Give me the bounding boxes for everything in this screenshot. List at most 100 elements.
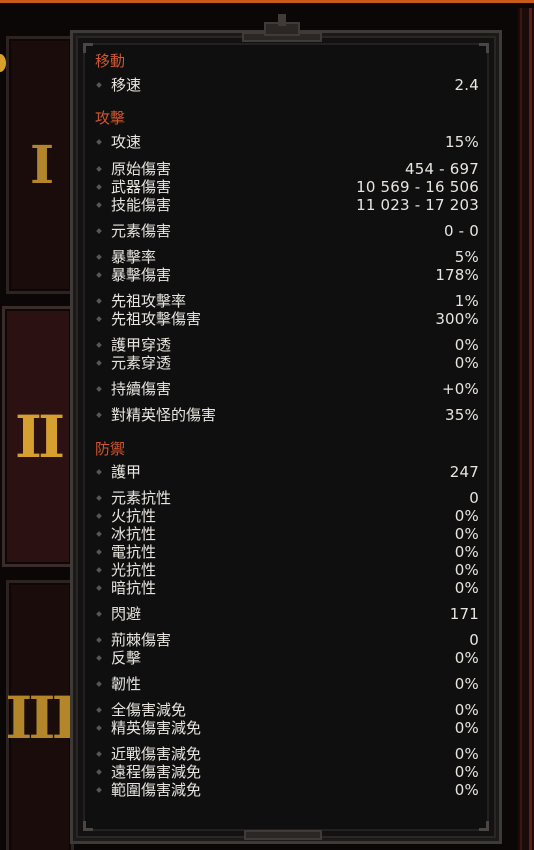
stat-value: 0%	[454, 336, 479, 354]
tab-numeral: III	[5, 684, 78, 752]
stat-label: 先祖攻擊率	[111, 292, 187, 310]
stat-value: 0%	[454, 649, 479, 667]
bullet-icon	[96, 386, 102, 392]
bullet-icon	[96, 82, 102, 88]
bullet-icon	[96, 637, 102, 643]
stat-value: 0%	[454, 354, 479, 372]
stat-label: 韌性	[111, 675, 142, 693]
stat-row: 範圍傷害減免 0%	[95, 781, 479, 799]
stat-row: 精英傷害減免 0%	[95, 719, 479, 737]
stat-label: 武器傷害	[111, 178, 172, 196]
stat-value: 10 569 - 16 506	[356, 178, 479, 196]
bullet-icon	[96, 166, 102, 172]
bullet-icon	[96, 707, 102, 713]
stat-label: 先祖攻擊傷害	[111, 310, 202, 328]
bullet-icon	[96, 787, 102, 793]
stat-row: 元素穿透 0%	[95, 354, 479, 372]
bullet-icon	[96, 202, 102, 208]
stat-label: 電抗性	[111, 543, 157, 561]
stat-value: 0%	[454, 675, 479, 693]
stat-label: 護甲穿透	[111, 336, 172, 354]
bullet-icon	[96, 655, 102, 661]
stat-label: 攻速	[111, 133, 142, 151]
bullet-icon	[96, 495, 102, 501]
stat-value: 5%	[454, 248, 479, 266]
stat-label: 反擊	[111, 649, 142, 667]
bullet-icon	[96, 139, 102, 145]
stat-value: 11 023 - 17 203	[356, 196, 479, 214]
stat-value: 300%	[435, 310, 479, 328]
stat-row: 韌性 0%	[95, 675, 479, 693]
stat-value: 178%	[435, 266, 479, 284]
stat-label: 對精英怪的傷害	[111, 406, 217, 424]
bullet-icon	[96, 531, 102, 537]
stat-value: 0%	[454, 745, 479, 763]
stat-row: 元素抗性 0	[95, 489, 479, 507]
stat-value: 0%	[454, 579, 479, 597]
bullet-icon	[96, 298, 102, 304]
stat-row: 暗抗性 0%	[95, 579, 479, 597]
stat-value: 0 - 0	[443, 222, 479, 240]
right-edge-line-inner	[520, 8, 522, 850]
stat-value: 0%	[454, 763, 479, 781]
stat-row: 移速 2.4	[95, 76, 479, 94]
stat-row: 對精英怪的傷害 35%	[95, 406, 479, 424]
stat-label: 閃避	[111, 605, 142, 623]
panel-corner	[83, 821, 93, 831]
stat-row: 遠程傷害減免 0%	[95, 763, 479, 781]
bullet-icon	[96, 751, 102, 757]
stat-row: 先祖攻擊率 1%	[95, 292, 479, 310]
panel-corner	[479, 43, 489, 53]
stats-screen: I II III 移動 移速 2.4 攻擊 攻速 15% 原始傷害 454 - 697…	[0, 0, 534, 850]
stat-value: 0%	[454, 781, 479, 799]
stat-row: 護甲穿透 0%	[95, 336, 479, 354]
stat-value: 0%	[454, 701, 479, 719]
bullet-icon	[96, 769, 102, 775]
stat-row: 全傷害減免 0%	[95, 701, 479, 719]
bullet-icon	[96, 611, 102, 617]
stat-label: 冰抗性	[111, 525, 157, 543]
stat-value: 1%	[454, 292, 479, 310]
stat-row: 反擊 0%	[95, 649, 479, 667]
stat-value: 35%	[445, 406, 479, 424]
panel-crest-ornament	[242, 14, 322, 44]
stat-label: 暴擊傷害	[111, 266, 172, 284]
stat-row: 武器傷害 10 569 - 16 506	[95, 178, 479, 196]
stat-value: 171	[449, 605, 479, 623]
stat-label: 護甲	[111, 463, 142, 481]
section-title-defense: 防禦	[95, 440, 126, 458]
bullet-icon	[96, 342, 102, 348]
stat-row: 暴擊傷害 178%	[95, 266, 479, 284]
stat-label: 元素穿透	[111, 354, 172, 372]
stat-row: 原始傷害 454 - 697	[95, 160, 479, 178]
stat-row: 電抗性 0%	[95, 543, 479, 561]
stat-value: 2.4	[454, 76, 479, 94]
stat-value: 0%	[454, 543, 479, 561]
stat-label: 暗抗性	[111, 579, 157, 597]
stat-row: 近戰傷害減免 0%	[95, 745, 479, 763]
stat-label: 範圍傷害減免	[111, 781, 202, 799]
stat-row: 火抗性 0%	[95, 507, 479, 525]
stat-row: 閃避 171	[95, 605, 479, 623]
bullet-icon	[96, 725, 102, 731]
stat-value: 0%	[454, 561, 479, 579]
right-edge-line	[529, 8, 532, 850]
bullet-icon	[96, 513, 102, 519]
stat-label: 元素抗性	[111, 489, 172, 507]
tab-page-2[interactable]: II	[2, 306, 74, 567]
stat-value: +0%	[442, 380, 479, 398]
panel-corner	[479, 821, 489, 831]
stat-value: 15%	[445, 133, 479, 151]
stat-row: 冰抗性 0%	[95, 525, 479, 543]
stat-label: 原始傷害	[111, 160, 172, 178]
bullet-icon	[96, 360, 102, 366]
stat-row: 荊棘傷害 0	[95, 631, 479, 649]
stat-value: 0%	[454, 719, 479, 737]
stat-label: 精英傷害減免	[111, 719, 202, 737]
bullet-icon	[96, 469, 102, 475]
stat-label: 技能傷害	[111, 196, 172, 214]
tab-page-3[interactable]: III	[5, 580, 79, 850]
bullet-icon	[96, 228, 102, 234]
tab-page-1[interactable]: I	[6, 36, 74, 294]
stat-label: 火抗性	[111, 507, 157, 525]
